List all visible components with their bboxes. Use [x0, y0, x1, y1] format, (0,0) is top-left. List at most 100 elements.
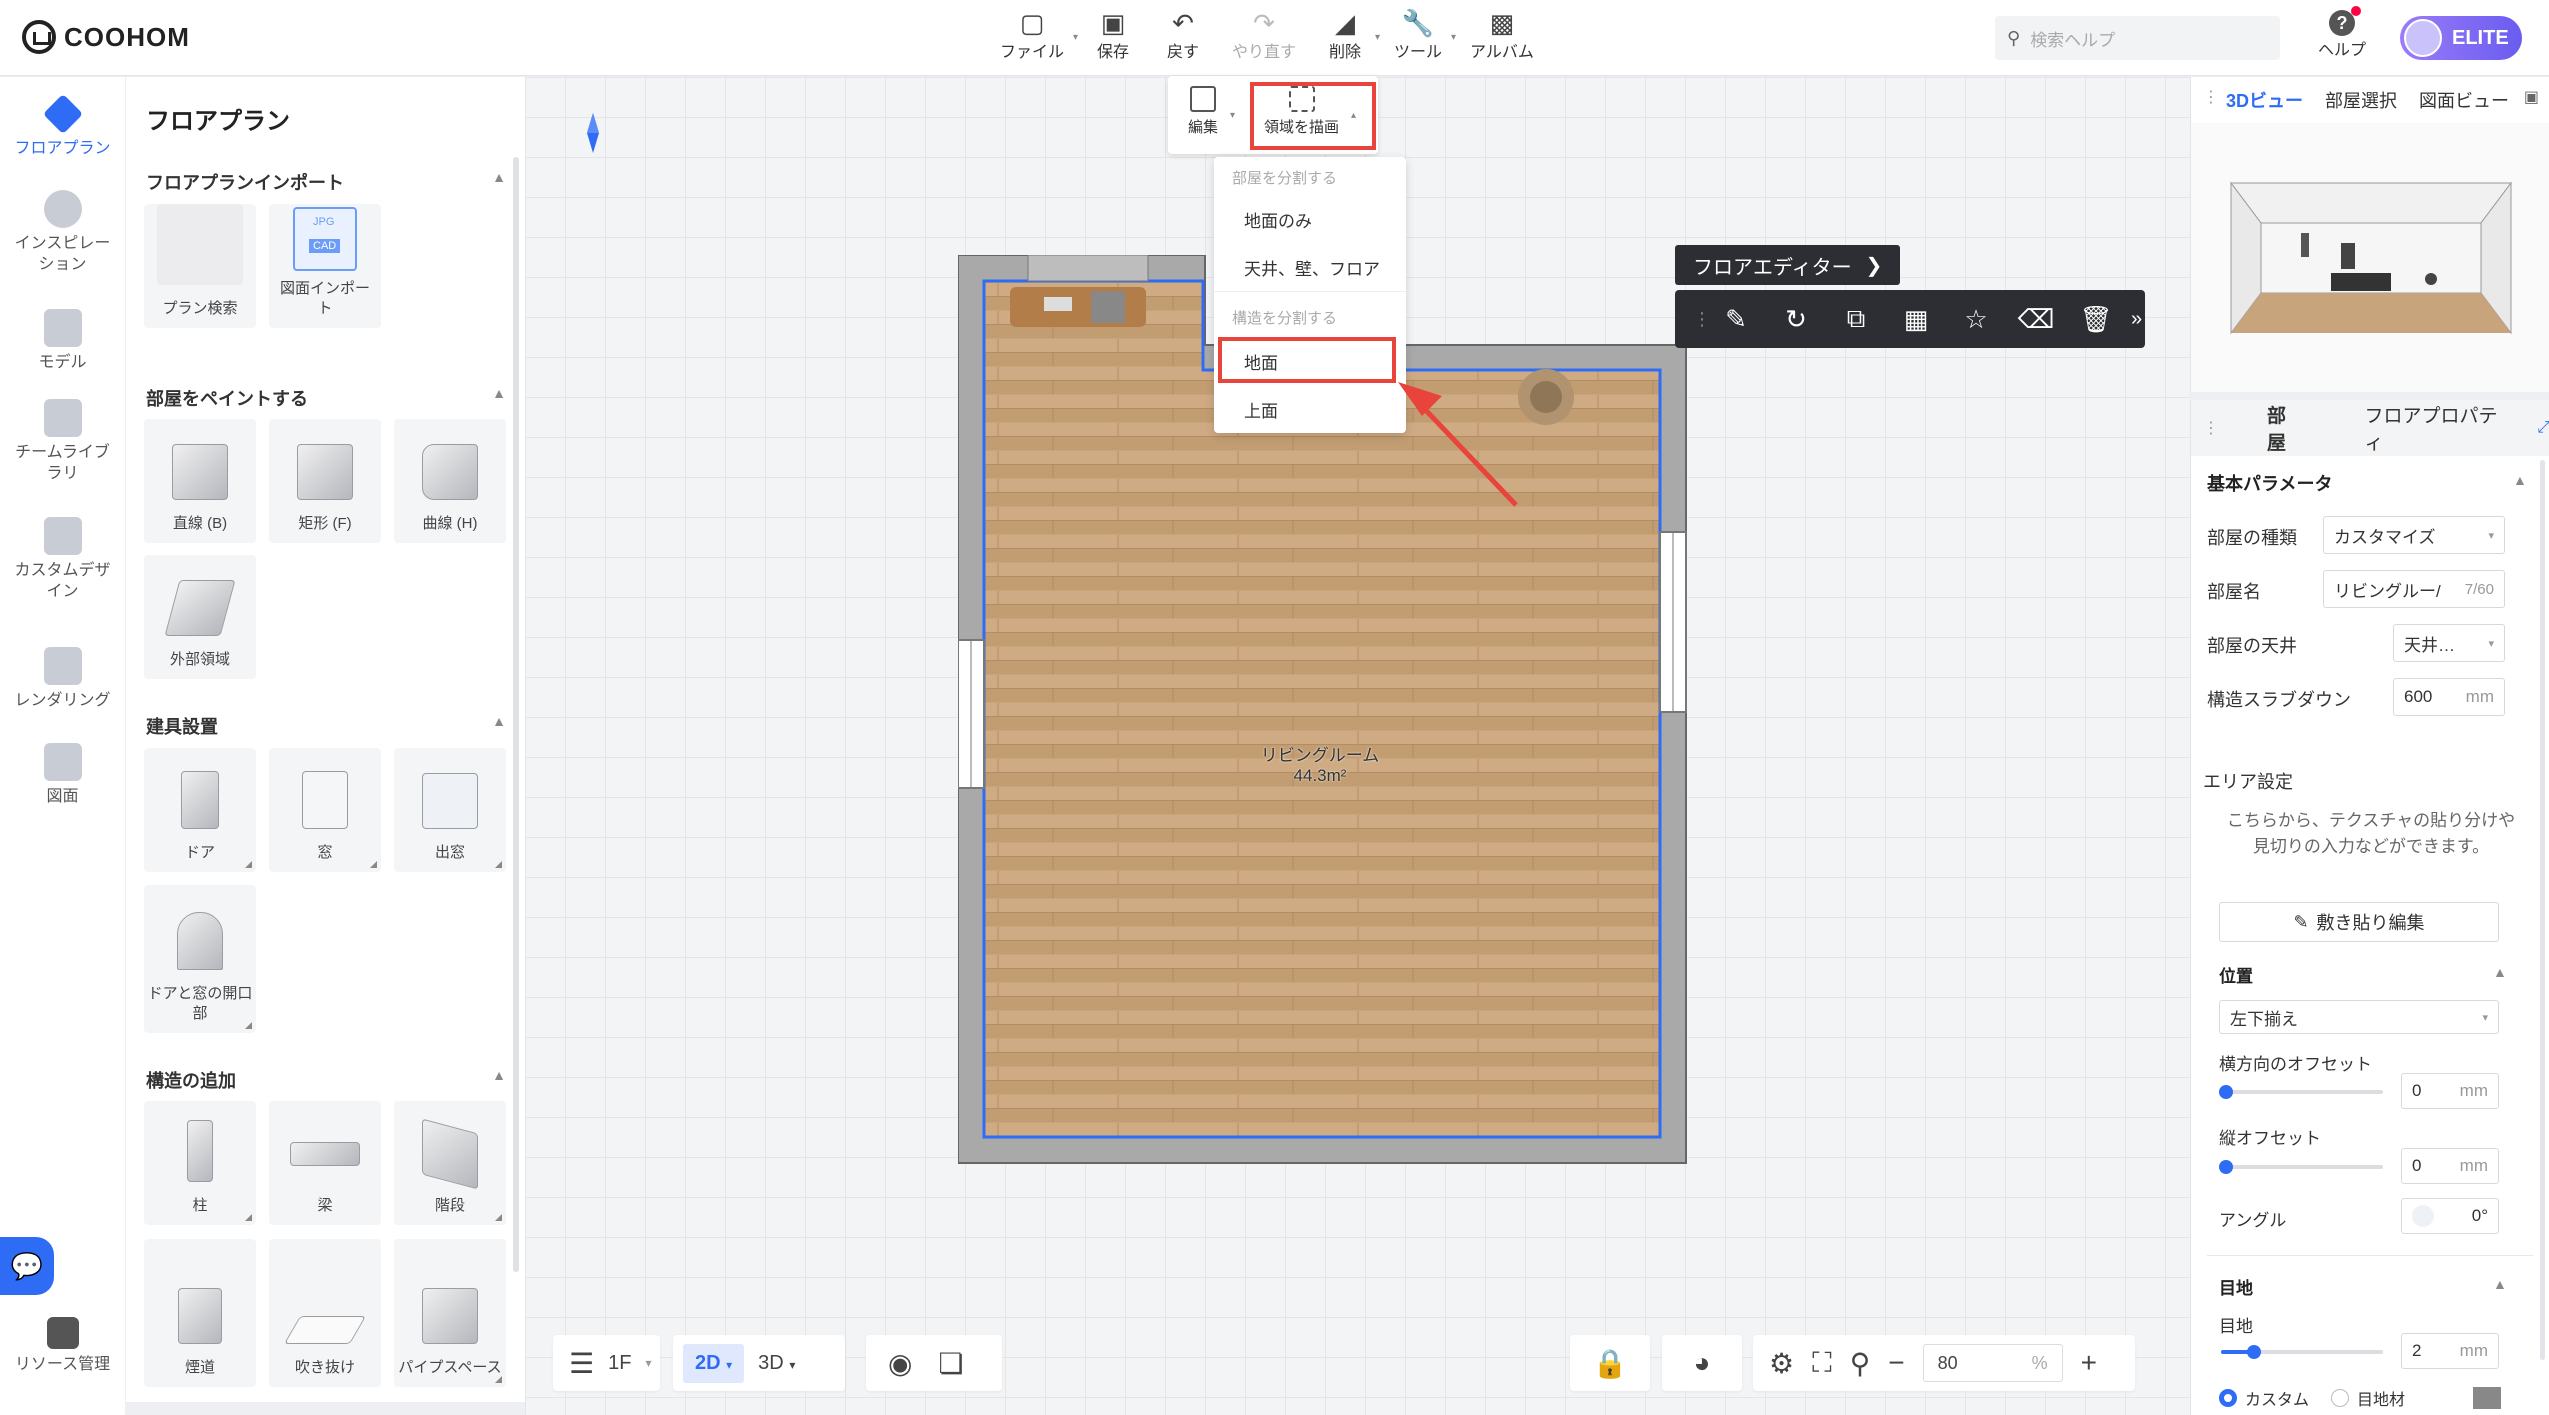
joint-material-radio[interactable] [2331, 1389, 2350, 1407]
lock-button[interactable]: 🔒 [1570, 1335, 1650, 1391]
3d-preview[interactable] [2191, 123, 2549, 392]
tab-3d-view[interactable]: 3Dビュー [2226, 87, 2303, 113]
paint-curve-card[interactable]: 曲線 (H) [394, 419, 506, 543]
zoom-in-icon[interactable]: + [2081, 1347, 2097, 1379]
album-button[interactable]: ▩ アルバム [1470, 8, 1534, 62]
joint-input[interactable]: 2 mm [2401, 1333, 2499, 1369]
column-card[interactable]: 柱 [144, 1101, 256, 1225]
undo-button[interactable]: ↶ 戻す [1162, 8, 1204, 62]
section-paint-header[interactable]: 部屋をペイントする ▲ [146, 385, 506, 411]
help-button[interactable]: ? ヘルプ [2318, 6, 2366, 60]
room-type-select[interactable]: カスタマイズ ▾ [2323, 516, 2505, 554]
v-offset-input[interactable]: 0 mm [2401, 1148, 2499, 1184]
tile-edit-button[interactable]: ✎ 敷き貼り編集 [2219, 902, 2499, 942]
drag-handle-icon[interactable]: ⋮ [1693, 309, 1711, 330]
settings-toggle-button[interactable]: ◕ [1662, 1335, 1742, 1391]
search-input[interactable]: ⚲ 検索ヘルプ [1995, 16, 2280, 60]
pencil-icon[interactable]: ✎ [1721, 304, 1751, 334]
ceiling-select[interactable]: 天井… ▾ [2393, 624, 2505, 662]
tab-room-select[interactable]: 部屋選択 [2325, 87, 2397, 113]
tab-plan-view[interactable]: 図面ビュー [2419, 87, 2509, 113]
chat-button[interactable]: 💬 [0, 1237, 54, 1295]
star-icon[interactable]: ☆ [1961, 304, 1991, 334]
door-card[interactable]: ドア [144, 748, 256, 872]
room-name-input[interactable]: リビングルー/ 7/60 [2323, 570, 2505, 608]
void-card[interactable]: 吹き抜け [269, 1239, 381, 1387]
nav-drawing[interactable]: 図面 [0, 743, 125, 808]
section-fixtures-header[interactable]: 建具設置 ▲ [146, 713, 506, 739]
paint-line-card[interactable]: 直線 (B) [144, 419, 256, 543]
floor-editor-button[interactable]: フロアエディター ❯ [1675, 245, 1900, 285]
flue-card[interactable]: 煙道 [144, 1239, 256, 1387]
window-card[interactable]: 窓 [269, 748, 381, 872]
zoom-out-icon[interactable]: − [1888, 1347, 1904, 1379]
group-icon[interactable]: ▦ [1901, 304, 1931, 334]
room-label[interactable]: リビングルーム 44.3m² [1230, 746, 1410, 787]
dropdown-item-ground-only[interactable]: 地面のみ [1244, 207, 1312, 232]
nav-team-library[interactable]: チームライブラリ [0, 399, 125, 485]
floor-selector[interactable]: ☰ 1F ▾ [553, 1335, 660, 1391]
nav-resource-management[interactable]: リソース管理 [0, 1317, 125, 1376]
eye-icon[interactable]: ◉ [888, 1347, 912, 1380]
fit-view-icon[interactable]: ⚙ [1769, 1347, 1794, 1380]
rotate-icon[interactable]: ↻ [1781, 304, 1811, 334]
expand-icon[interactable]: ⤢ [2537, 419, 2549, 437]
position-select[interactable]: 左下揃え ▾ [2219, 1000, 2499, 1034]
beam-card[interactable]: 梁 [269, 1101, 381, 1225]
v-offset-slider[interactable] [2219, 1160, 2383, 1174]
drag-handle-icon[interactable]: ⋮ [2203, 87, 2219, 107]
edit-button[interactable]: 編集 [1188, 86, 1218, 137]
dropdown-item-ceiling-wall-floor[interactable]: 天井、壁、フロア [1244, 255, 1380, 280]
angle-dial-icon[interactable] [2412, 1205, 2434, 1227]
slab-input[interactable]: 600 mm [2393, 678, 2505, 716]
more-icon[interactable]: » [2131, 308, 2142, 331]
tab-floor-properties[interactable]: フロアプロパティ [2364, 401, 2505, 455]
section-import-header[interactable]: フロアプランインポート ▲ [146, 169, 506, 195]
joint-slider[interactable] [2221, 1345, 2383, 1359]
joint-header[interactable]: 目地 [2219, 1274, 2253, 1299]
plan-search-card[interactable]: プラン検索 [144, 204, 256, 328]
nav-floorplan[interactable]: フロアプラン [0, 93, 125, 160]
mode-2d-button[interactable]: 2D ▾ [683, 1343, 745, 1383]
angle-input[interactable]: 0° [2401, 1198, 2499, 1234]
position-header[interactable]: 位置 [2219, 962, 2253, 987]
joint-color-swatch[interactable] [2473, 1387, 2502, 1409]
logo[interactable]: COOHOM [22, 20, 190, 54]
h-offset-slider[interactable] [2219, 1085, 2383, 1099]
redo-button[interactable]: ↷ やり直す [1232, 8, 1296, 62]
custom-radio[interactable] [2219, 1389, 2237, 1407]
tab-room[interactable]: 部屋 [2267, 401, 2302, 455]
file-button[interactable]: ▢ ファイル ▾ [1000, 8, 1078, 62]
drag-handle-icon[interactable]: ⋮ [2203, 418, 2219, 438]
focus-icon[interactable]: ⛶ [1812, 1347, 1832, 1380]
mode-3d-button[interactable]: 3D ▾ [758, 1352, 795, 1375]
slider-knob[interactable] [2247, 1345, 2261, 1359]
duplicate-icon[interactable]: ⧉ [1841, 303, 1871, 334]
save-button[interactable]: ▣ 保存 [1092, 8, 1134, 62]
nav-model[interactable]: モデル [0, 309, 125, 374]
collapse-icon[interactable]: ▣ [2524, 87, 2539, 107]
zoom-search-icon[interactable]: ⚲ [1850, 1347, 1871, 1380]
paint-rectangle-card[interactable]: 矩形 (F) [269, 419, 381, 543]
drawing-import-card[interactable]: JPG CAD 図面インポート [269, 204, 381, 328]
chevron-up-icon[interactable]: ▲ [2493, 1276, 2507, 1292]
slider-knob[interactable] [2219, 1160, 2233, 1174]
nav-inspiration[interactable]: インスピレーション [0, 190, 125, 276]
dropdown-item-top-surface[interactable]: 上面 [1244, 397, 1278, 422]
nav-rendering[interactable]: レンダリング [0, 647, 125, 712]
bay-window-card[interactable]: 出窓 [394, 748, 506, 872]
slider-knob[interactable] [2219, 1085, 2233, 1099]
user-menu[interactable]: ELITE [2400, 16, 2522, 60]
panel-scrollbar[interactable] [513, 157, 519, 1272]
cube-view-icon[interactable]: ❏ [938, 1347, 963, 1380]
section-structure-header[interactable]: 構造の追加 ▲ [146, 1067, 506, 1093]
delete-button[interactable]: ◢ 削除 ▾ [1324, 8, 1380, 62]
chevron-up-icon[interactable]: ▲ [2493, 964, 2507, 980]
properties-scrollbar[interactable] [2540, 460, 2545, 1360]
eraser-icon[interactable]: ⌫ [2018, 304, 2055, 334]
nav-custom-design[interactable]: カスタムデザイン [0, 517, 125, 603]
stairs-card[interactable]: 階段 [394, 1101, 506, 1225]
basic-params-header[interactable]: 基本パラメータ [2207, 470, 2332, 496]
trash-icon[interactable]: 🗑 [2080, 304, 2113, 334]
tools-button[interactable]: 🔧 ツール ▾ [1394, 8, 1456, 62]
